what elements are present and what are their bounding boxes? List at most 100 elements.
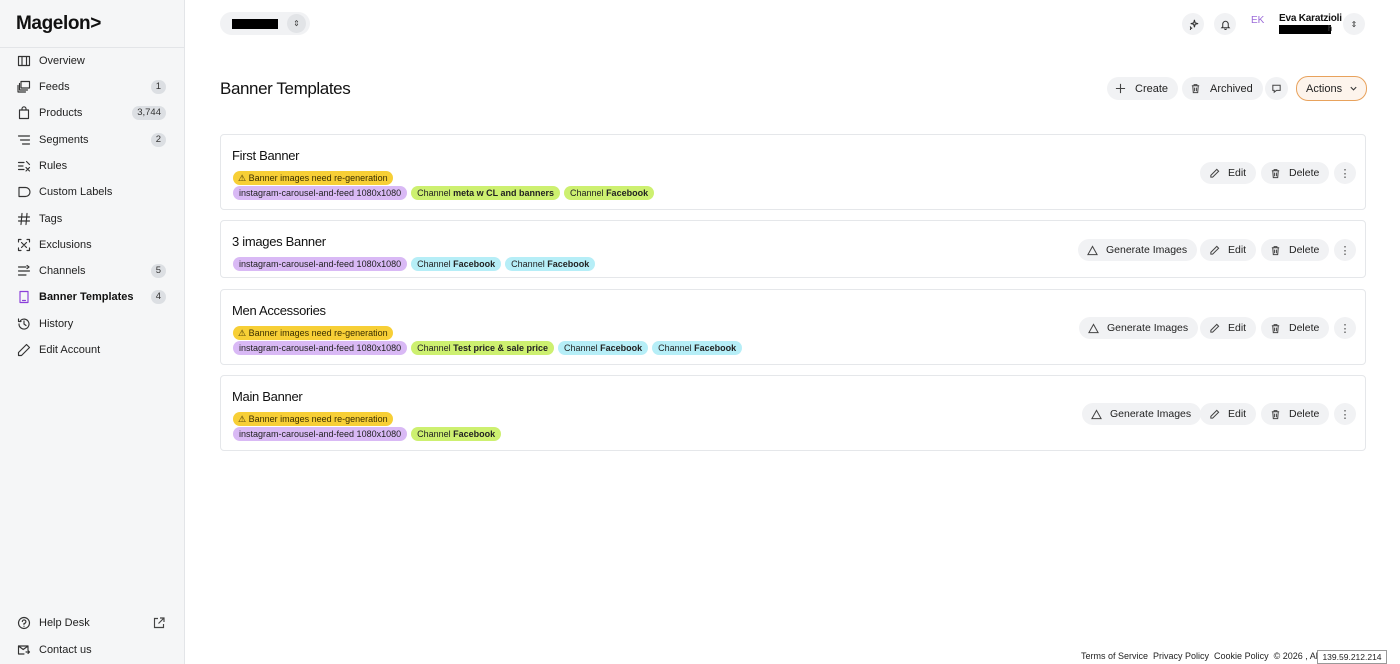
layout-icon (16, 54, 31, 69)
template-title[interactable]: Men Accessories (232, 303, 326, 318)
brand-name: Magelon> (16, 12, 101, 34)
banner-template-card: First Banner ⚠ Banner images need re-gene… (220, 134, 1366, 210)
create-label: Create (1135, 82, 1169, 95)
channel-prefix: Channel (417, 429, 451, 439)
brand-logo[interactable]: Magelon> (0, 0, 184, 48)
sidebar-item-label: Tags (39, 213, 63, 225)
trash-icon (1270, 409, 1281, 420)
create-button[interactable]: Create (1107, 77, 1179, 100)
triangle-icon (1087, 244, 1098, 256)
edit-button[interactable]: Edit (1200, 317, 1257, 339)
format-tag: instagram-carousel-and-feed 1080x1080 (233, 341, 408, 355)
channel-tag: Channel Facebook (558, 341, 649, 355)
template-title[interactable]: Main Banner (232, 389, 303, 404)
archived-button[interactable]: Archived (1182, 77, 1263, 100)
chevron-updown-icon: ⇕ (287, 14, 306, 33)
delete-label: Delete (1289, 408, 1320, 420)
channel-name: Test price & sale price (453, 343, 549, 353)
generate-images-button[interactable]: Generate Images (1078, 239, 1198, 261)
actions-dropdown[interactable]: Actions (1296, 76, 1367, 101)
sidebar-item-label: Help Desk (39, 617, 90, 629)
history-icon (16, 317, 31, 332)
pencil-icon (16, 343, 31, 358)
archived-label: Archived (1210, 82, 1253, 95)
cookie-link[interactable]: Cookie Policy (1214, 651, 1269, 661)
generate-images-button[interactable]: Generate Images (1079, 317, 1199, 339)
user-menu-button[interactable]: ⇕ (1343, 13, 1365, 35)
sidebar-item-channels[interactable]: Channels 5 (0, 258, 184, 284)
edit-button[interactable]: Edit (1200, 162, 1257, 184)
sidebar-item-edit-account[interactable]: Edit Account (0, 337, 184, 363)
sidebar-item-tags[interactable]: Tags (0, 206, 184, 232)
sidebar-item-rules[interactable]: Rules (0, 153, 184, 179)
banner-icon (16, 290, 31, 305)
user-avatar[interactable]: EK (1251, 15, 1264, 26)
comment-icon (1271, 83, 1282, 94)
channels-icon (16, 264, 31, 279)
terms-link[interactable]: Terms of Service (1081, 651, 1148, 661)
generate-images-button[interactable]: Generate Images (1082, 403, 1202, 425)
channel-name: Facebook (547, 259, 590, 269)
sidebar-item-label: Overview (39, 55, 85, 67)
chevron-down-icon (1350, 86, 1357, 91)
more-options-button[interactable]: ⋮ (1334, 239, 1356, 261)
delete-label: Delete (1289, 167, 1320, 179)
sidebar-item-segments[interactable]: Segments 2 (0, 127, 184, 153)
template-title[interactable]: 3 images Banner (232, 234, 326, 249)
channel-prefix: Channel (511, 259, 545, 269)
bell-icon (1220, 20, 1230, 30)
sidebar-item-custom-labels[interactable]: Custom Labels (0, 179, 184, 205)
feeds-icon (16, 80, 31, 95)
exclusion-icon (16, 238, 31, 253)
ai-sparkle-button[interactable] (1182, 13, 1204, 35)
plus-icon (1115, 83, 1126, 94)
rules-icon (16, 159, 31, 174)
triangle-icon (1091, 408, 1102, 420)
privacy-link[interactable]: Privacy Policy (1153, 651, 1209, 661)
store-selector[interactable]: ⇕ (220, 12, 310, 35)
user-name[interactable]: Eva Karatzioli (1279, 13, 1342, 24)
edit-button[interactable]: Edit (1200, 239, 1257, 261)
delete-button[interactable]: Delete (1261, 239, 1330, 261)
edit-label: Edit (1228, 167, 1247, 179)
sidebar-item-feeds[interactable]: Feeds 1 (0, 74, 184, 100)
channel-prefix: Channel (658, 343, 692, 353)
format-tag: instagram-carousel-and-feed 1080x1080 (233, 186, 408, 200)
more-vertical-icon: ⋮ (1339, 322, 1351, 335)
channel-name: Facebook (606, 188, 649, 198)
channel-prefix: Channel (564, 343, 598, 353)
sidebar-item-banner-templates[interactable]: Banner Templates 4 (0, 284, 184, 310)
pencil-icon (1209, 323, 1220, 334)
delete-button[interactable]: Delete (1261, 403, 1330, 425)
sidebar-item-exclusions[interactable]: Exclusions (0, 232, 184, 258)
channel-prefix: Channel (417, 259, 451, 269)
delete-button[interactable]: Delete (1261, 162, 1330, 184)
more-options-button[interactable]: ⋮ (1334, 162, 1356, 184)
sidebar-item-overview[interactable]: Overview (0, 48, 184, 74)
delete-label: Delete (1289, 244, 1320, 256)
channel-tag: Channel Facebook (564, 186, 655, 200)
sidebar-item-label: Segments (39, 134, 89, 146)
channel-tag: Channel Test price & sale price (411, 341, 555, 355)
sidebar-item-history[interactable]: History (0, 311, 184, 337)
template-title[interactable]: First Banner (232, 148, 300, 163)
comments-button[interactable] (1265, 77, 1288, 100)
contact-icon (16, 643, 31, 658)
channel-tag: Channel Facebook (652, 341, 743, 355)
count-badge: 3,744 (132, 106, 166, 120)
more-options-button[interactable]: ⋮ (1334, 403, 1356, 425)
sidebar-item-contact-us[interactable]: Contact us (0, 637, 184, 663)
delete-button[interactable]: Delete (1261, 317, 1330, 339)
more-options-button[interactable]: ⋮ (1334, 317, 1356, 339)
notifications-button[interactable] (1214, 13, 1236, 35)
sidebar-item-label: Edit Account (39, 344, 101, 356)
template-tags: instagram-carousel-and-feed 1080x1080 Cha… (233, 427, 502, 441)
edit-button[interactable]: Edit (1200, 403, 1257, 425)
generate-images-label: Generate Images (1107, 322, 1189, 334)
template-tags: instagram-carousel-and-feed 1080x1080 Cha… (233, 341, 743, 355)
sidebar-item-help-desk[interactable]: Help Desk (0, 610, 184, 636)
redacted-store-name (232, 18, 278, 29)
trash-icon (1190, 83, 1201, 94)
sidebar-item-label: Feeds (39, 81, 70, 93)
sidebar-item-products[interactable]: Products 3,744 (0, 100, 184, 126)
